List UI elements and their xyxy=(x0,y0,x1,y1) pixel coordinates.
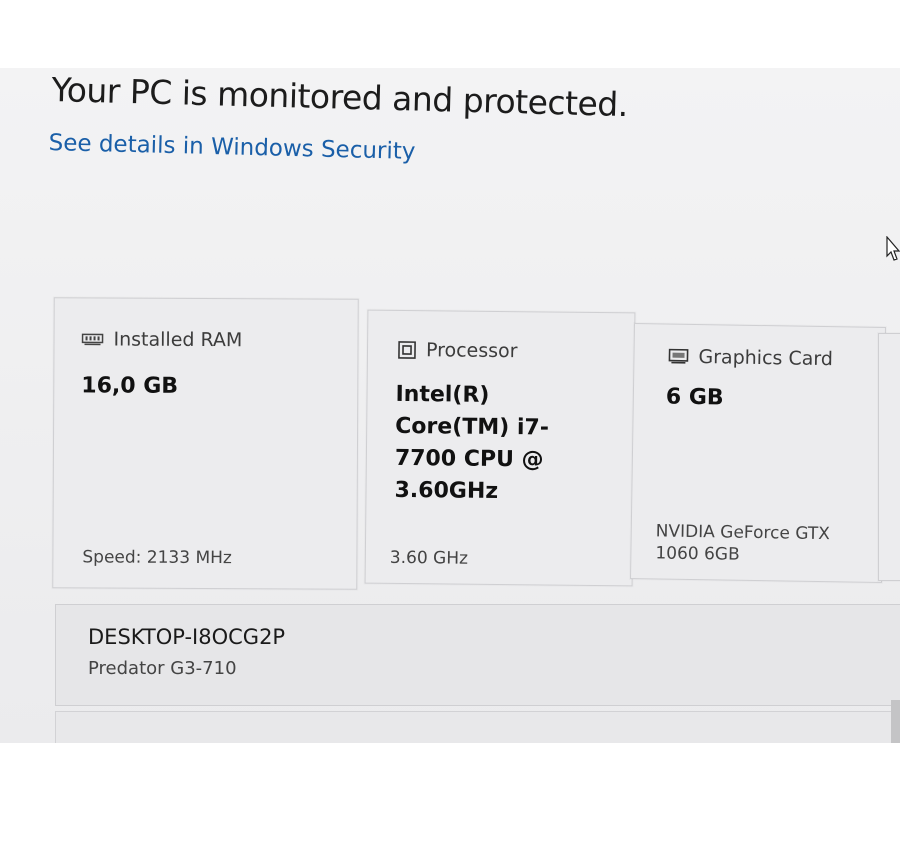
scrollbar-thumb[interactable] xyxy=(891,700,900,743)
device-model: Predator G3-710 xyxy=(88,658,237,679)
device-specifications-section[interactable] xyxy=(55,711,900,743)
ram-label: Installed RAM xyxy=(113,328,243,352)
graphics-memory-value: 6 GB xyxy=(665,384,724,411)
memory-icon xyxy=(81,333,104,346)
processor-label: Processor xyxy=(425,339,518,363)
ram-speed: Speed: 2133 MHz xyxy=(82,547,232,569)
mouse-cursor-icon xyxy=(886,236,900,261)
settings-about-screen: Your PC is monitored and protected. See … xyxy=(0,68,900,743)
security-status-text: Your PC is monitored and protected. xyxy=(50,70,629,125)
device-name: DESKTOP-I8OCG2P xyxy=(88,625,286,649)
next-spec-card xyxy=(878,333,900,581)
windows-security-link[interactable]: See details in Windows Security xyxy=(48,130,415,165)
processor-card: Processor Intel(R) Core(TM) i7-7700 CPU … xyxy=(364,309,636,587)
processor-icon xyxy=(398,341,416,359)
graphics-card-icon xyxy=(668,348,689,364)
processor-value: Intel(R) Core(TM) i7-7700 CPU @ 3.60GHz xyxy=(394,381,550,504)
ram-value: 16,0 GB xyxy=(81,373,179,399)
installed-ram-card: Installed RAM 16,0 GB Speed: 2133 MHz xyxy=(52,297,359,590)
device-name-card[interactable]: DESKTOP-I8OCG2P Predator G3-710 xyxy=(55,604,900,706)
processor-speed: 3.60 GHz xyxy=(389,547,469,569)
graphics-card-card: Graphics Card 6 GB NVIDIA GeForce GTX 10… xyxy=(630,323,886,583)
graphics-card-model: NVIDIA GeForce GTX 1060 6GB xyxy=(655,521,831,565)
graphics-card-label: Graphics Card xyxy=(698,346,834,371)
